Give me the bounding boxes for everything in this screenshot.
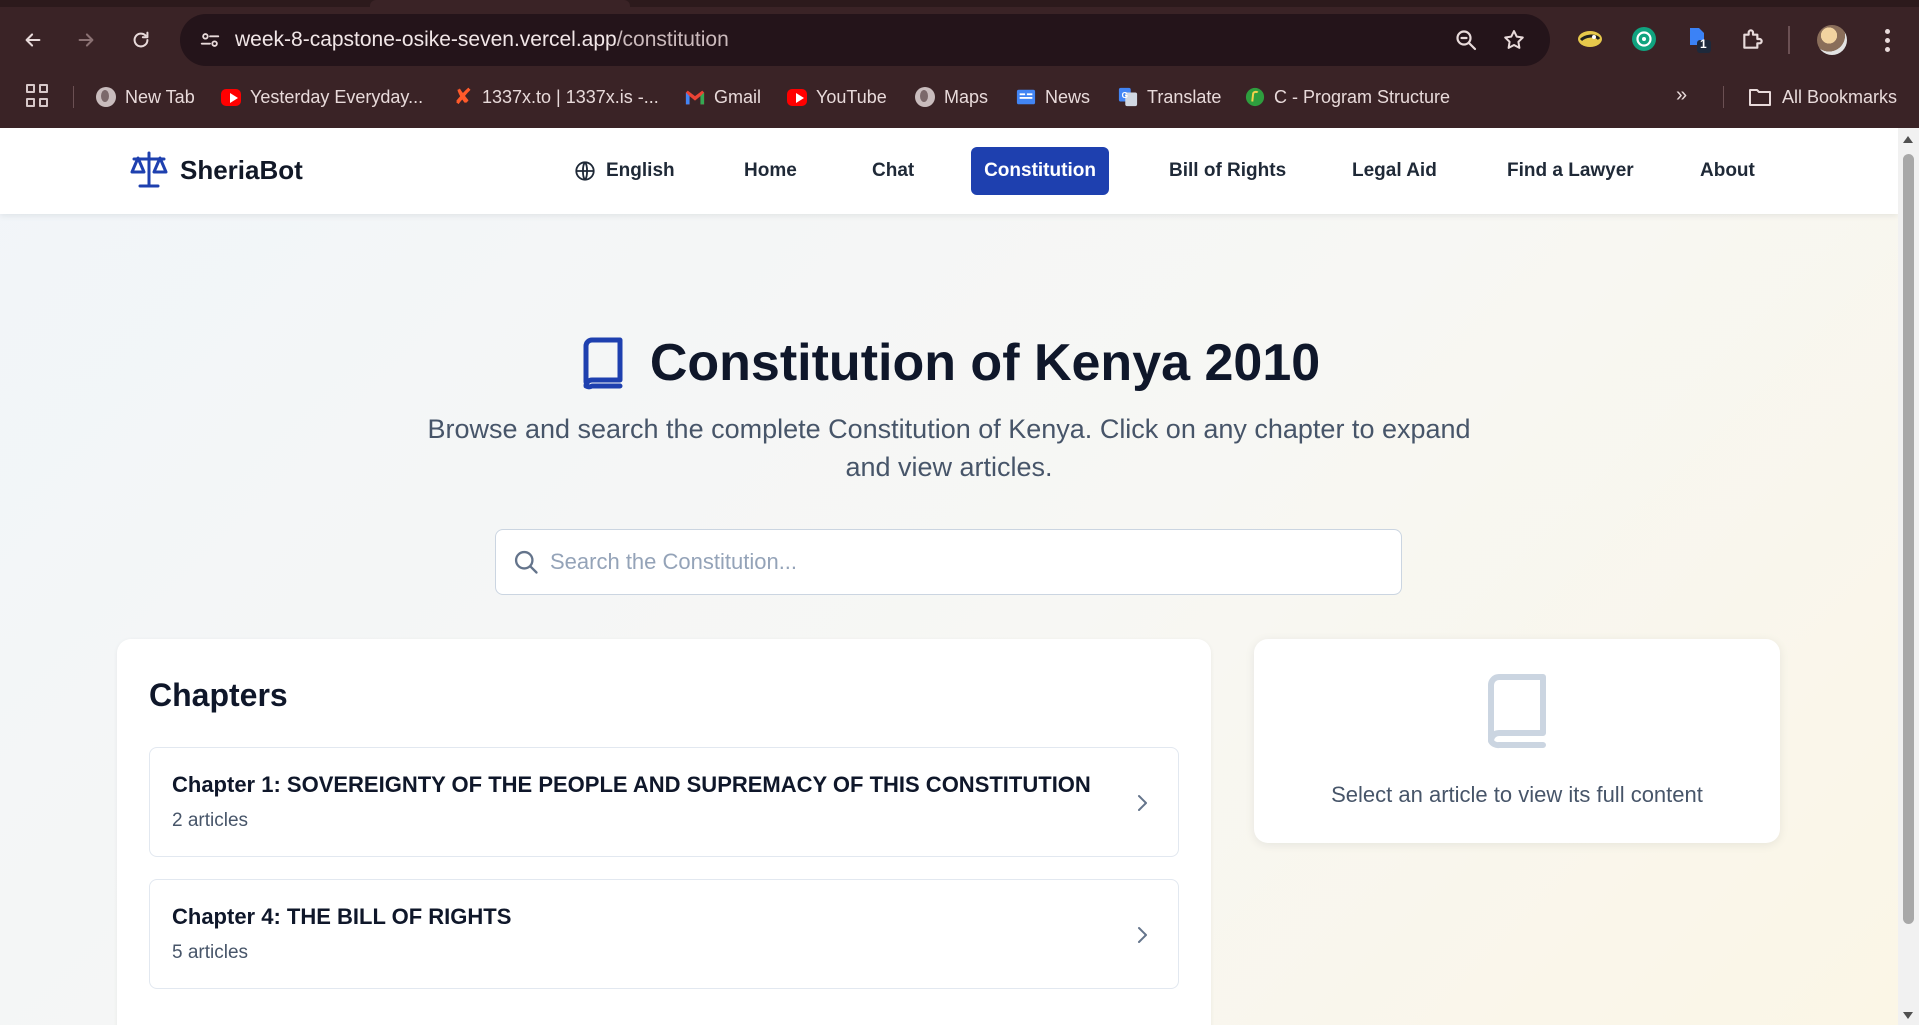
chapter-title: Chapter 1: SOVEREIGNTY OF THE PEOPLE AND… [172, 772, 1091, 797]
youtube-icon [787, 87, 807, 107]
extension-badge-icon[interactable]: 1 [1681, 22, 1715, 56]
gmail-icon [685, 87, 705, 107]
back-button[interactable] [13, 20, 53, 60]
bookmark-label: Gmail [714, 86, 762, 107]
nav-bill-of-rights[interactable]: Bill of Rights [1153, 147, 1302, 195]
nav-about[interactable]: About [1684, 147, 1771, 195]
x-icon: ✘ [453, 84, 473, 110]
search-input[interactable] [550, 530, 1390, 594]
page-title-row: Constitution of Kenya 2010 [0, 328, 1898, 398]
page-subtitle: Browse and search the complete Constitut… [427, 414, 1471, 482]
chapters-card: Chapters Chapter 1: SOVEREIGNTY OF THE P… [117, 639, 1211, 1025]
c-program-icon [1245, 87, 1265, 107]
scroll-up-arrow-icon[interactable] [1903, 136, 1913, 143]
bookmark-label: Translate [1147, 86, 1222, 107]
bookmark-yesterday-everyday[interactable]: Yesterday Everyday... [221, 82, 423, 112]
bookmarks-divider [73, 86, 74, 108]
scrollbar-thumb[interactable] [1903, 154, 1914, 924]
language-selector[interactable]: English [558, 147, 691, 195]
folder-icon [1749, 89, 1771, 106]
svg-text:G: G [1122, 91, 1128, 100]
brand-logo[interactable]: SheriaBot [128, 150, 303, 190]
nav-legal-aid[interactable]: Legal Aid [1336, 147, 1453, 195]
bookmark-label: 1337x.to | 1337x.is -... [482, 86, 659, 107]
language-label: English [606, 160, 675, 181]
search-icon [514, 550, 538, 574]
url-path: /constitution [616, 28, 729, 51]
nav-constitution[interactable]: Constitution [971, 147, 1109, 195]
bookmark-star-icon[interactable] [1498, 24, 1530, 56]
more-bookmarks-chevron-icon[interactable]: » [1676, 84, 1687, 107]
bookmark-gmail[interactable]: Gmail [685, 82, 761, 112]
extension-blocker-icon[interactable] [1573, 22, 1607, 56]
bookmark-news[interactable]: News [1016, 82, 1090, 112]
news-icon [1016, 87, 1036, 107]
globe-icon [915, 87, 935, 107]
chapter-item[interactable]: Chapter 1: SOVEREIGNTY OF THE PEOPLE AND… [149, 747, 1179, 857]
bookmark-1337x[interactable]: ✘ 1337x.to | 1337x.is -... [453, 82, 659, 112]
bookmark-label: New Tab [125, 86, 195, 107]
bookmark-youtube[interactable]: YouTube [787, 82, 887, 112]
bookmarks-divider [1723, 86, 1724, 108]
youtube-icon [221, 87, 241, 107]
page-scrollbar[interactable] [1898, 128, 1919, 1025]
site-info-icon[interactable] [192, 22, 228, 58]
book-icon [583, 337, 623, 390]
bookmark-label: Yesterday Everyday... [250, 86, 424, 107]
arrow-left-icon [25, 33, 41, 47]
book-icon [1488, 674, 1546, 749]
page-viewport: SheriaBot English Home Chat Constitution… [0, 128, 1898, 1025]
browser-menu-icon[interactable] [1872, 22, 1902, 58]
article-viewer-card: Select an article to view its full conte… [1254, 639, 1780, 843]
all-bookmarks-label: All Bookmarks [1782, 86, 1898, 107]
scroll-down-arrow-icon[interactable] [1903, 1012, 1913, 1019]
chatgpt-extension-icon[interactable] [1627, 22, 1661, 56]
address-bar[interactable]: week-8-capstone-osike-seven.vercel.app/c… [180, 14, 1550, 66]
chapter-title: Chapter 4: THE BILL OF RIGHTS [172, 904, 512, 929]
zoom-icon[interactable] [1450, 24, 1482, 56]
nav-home[interactable]: Home [728, 147, 813, 195]
active-tab[interactable] [370, 0, 630, 7]
chapter-item[interactable]: Chapter 4: THE BILL OF RIGHTS 5 articles [149, 879, 1179, 989]
apps-grid-icon[interactable] [26, 84, 50, 108]
bookmark-label: News [1045, 86, 1091, 107]
page-title: Constitution of Kenya 2010 [649, 334, 1321, 392]
scales-icon [130, 151, 168, 188]
extension-badge-count: 1 [1700, 37, 1707, 51]
globe-icon [96, 87, 116, 107]
extensions-puzzle-icon[interactable] [1736, 22, 1770, 56]
globe-icon [575, 161, 595, 181]
brand-name: SheriaBot [180, 154, 303, 185]
tab-strip [0, 0, 1919, 7]
search-box[interactable] [495, 529, 1402, 595]
bookmarks-bar: New Tab Yesterday Everyday... ✘ 1337x.to… [0, 76, 1919, 116]
bookmark-maps[interactable]: Maps [915, 82, 988, 112]
nav-find-a-lawyer[interactable]: Find a Lawyer [1491, 147, 1650, 195]
site-header: SheriaBot English Home Chat Constitution… [0, 128, 1898, 214]
bookmark-label: YouTube [816, 86, 887, 107]
url-text: week-8-capstone-osike-seven.vercel.app/c… [235, 28, 729, 52]
all-bookmarks-button[interactable]: All Bookmarks [1748, 82, 1897, 112]
forward-button[interactable] [66, 20, 106, 60]
chapter-article-count: 5 articles [172, 942, 249, 963]
chevron-right-icon [1138, 927, 1147, 943]
bookmark-translate[interactable]: G Translate [1118, 82, 1221, 112]
reload-button[interactable] [121, 20, 161, 60]
toolbar-separator [1788, 26, 1790, 54]
browser-chrome: week-8-capstone-osike-seven.vercel.app/c… [0, 0, 1919, 128]
url-host: week-8-capstone-osike-seven.vercel.app [235, 28, 617, 51]
translate-icon: G [1118, 87, 1138, 107]
profile-avatar[interactable] [1817, 25, 1847, 55]
bookmark-c-program-structure[interactable]: C - Program Structure [1245, 82, 1450, 112]
arrow-right-icon [78, 33, 94, 47]
chevron-right-icon [1138, 795, 1147, 811]
bookmark-label: Maps [944, 86, 989, 107]
empty-state-message: Select an article to view its full conte… [1331, 782, 1703, 807]
bookmark-new-tab[interactable]: New Tab [96, 82, 195, 112]
chapter-article-count: 2 articles [172, 810, 249, 831]
chapters-heading: Chapters [149, 677, 288, 713]
reload-icon [133, 31, 149, 48]
nav-chat[interactable]: Chat [856, 147, 930, 195]
bookmark-label: C - Program Structure [1274, 86, 1451, 107]
